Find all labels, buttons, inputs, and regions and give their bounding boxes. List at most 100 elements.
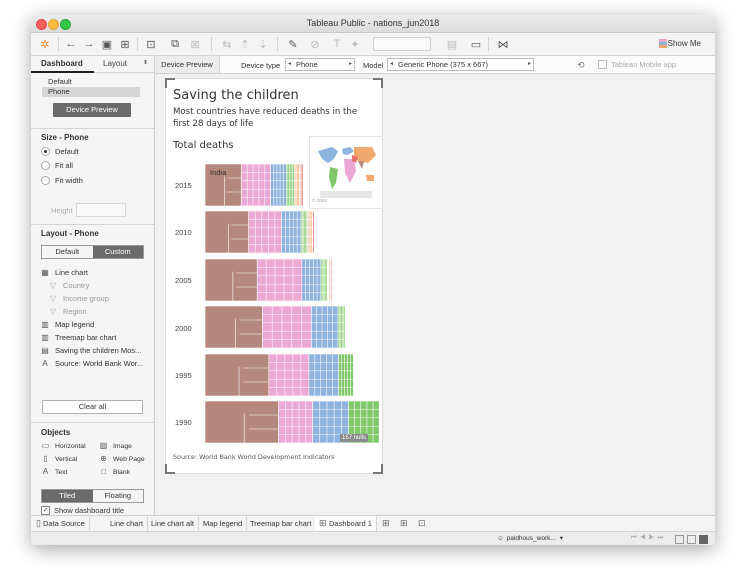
nulls-badge[interactable]: 157 nulls bbox=[340, 434, 369, 442]
tab-treemap-bar-chart[interactable]: Treemap bar chart bbox=[246, 516, 317, 531]
clear-sheet-icon[interactable]: ⊠ bbox=[187, 36, 203, 52]
viz-title: Saving the children bbox=[173, 88, 299, 103]
layout-item-title[interactable]: ▤ Saving the children Mos... bbox=[41, 344, 143, 357]
object-text[interactable]: A Text bbox=[41, 468, 68, 476]
treemap-cell bbox=[205, 401, 279, 444]
duplicate-sheet-icon[interactable]: ⧉ bbox=[167, 36, 183, 52]
swap-icon[interactable]: ⇆ bbox=[219, 36, 235, 52]
treemap-bar-2005[interactable] bbox=[205, 259, 379, 303]
map-region-north-america bbox=[318, 147, 338, 163]
treemap-cell bbox=[248, 211, 282, 254]
presentation-icon[interactable]: ▭ bbox=[468, 36, 484, 52]
tiled-option[interactable]: Tiled bbox=[42, 490, 93, 502]
group-icon[interactable]: ⊘ bbox=[307, 36, 323, 52]
chevron-right-icon: ▸ bbox=[527, 61, 531, 67]
object-blank[interactable]: □ Blank bbox=[99, 468, 130, 476]
filter-icon: ▽ bbox=[49, 293, 57, 303]
model-select[interactable]: ◂ Generic Phone (375 x 667) ▸ bbox=[387, 58, 534, 71]
sort-descending-icon[interactable]: ⇣ bbox=[255, 36, 271, 52]
size-option-fit-width[interactable]: Fit width bbox=[41, 176, 83, 185]
show-me-button[interactable]: Show Me bbox=[668, 39, 701, 48]
legend-icon: ▥ bbox=[41, 319, 49, 329]
total-deaths-label: Total deaths bbox=[173, 140, 234, 151]
size-option-default[interactable]: Default bbox=[41, 147, 79, 156]
tab-layout[interactable]: Layout bbox=[103, 59, 127, 68]
treemap-cell bbox=[256, 259, 303, 302]
layout-item-country[interactable]: ▽ Country bbox=[41, 279, 143, 292]
treemap-cell bbox=[300, 211, 308, 254]
new-worksheet-icon[interactable]: ⊡ bbox=[143, 36, 159, 52]
fit-select[interactable] bbox=[373, 37, 431, 51]
tableau-logo-icon[interactable]: ✲ bbox=[37, 36, 53, 52]
treemap-cell bbox=[278, 401, 313, 444]
highlight-icon[interactable]: ✎ bbox=[285, 36, 301, 52]
object-vertical[interactable]: ▯ Vertical bbox=[41, 455, 77, 463]
layout-item-line-chart[interactable]: ▦ Line chart bbox=[41, 266, 143, 279]
layout-tree: ▦ Line chart ▽ Country ▽ Income group ▽ Regi… bbox=[41, 266, 143, 370]
save-icon[interactable]: ▣ bbox=[99, 36, 115, 52]
layout-item-income-group[interactable]: ▽ Income group bbox=[41, 292, 143, 305]
label-icon[interactable]: T bbox=[329, 36, 345, 52]
height-input[interactable] bbox=[76, 203, 126, 217]
horizontal-icon: ▭ bbox=[41, 441, 50, 450]
treemap-cell bbox=[205, 306, 263, 349]
new-story-icon[interactable]: ⊡ bbox=[418, 518, 426, 529]
object-web-page[interactable]: ⊕ Web Page bbox=[99, 454, 144, 463]
dashboard-sidebar: Dashboard Layout ⬍ Default Phone Device … bbox=[31, 56, 155, 515]
floating-option[interactable]: Floating bbox=[93, 490, 144, 502]
treemap-cell bbox=[205, 259, 258, 302]
treemap-cell bbox=[286, 164, 295, 207]
treemap-bar-2015[interactable]: India bbox=[205, 164, 379, 208]
pin-icon[interactable]: ✦ bbox=[347, 36, 363, 52]
tab-line-chart-alt[interactable]: Line chart alt bbox=[147, 516, 199, 531]
device-type-label: Device type bbox=[241, 61, 281, 70]
device-default[interactable]: Default bbox=[48, 77, 140, 87]
sheet-navigation[interactable]: ⏮◀▶⏭ bbox=[631, 534, 666, 542]
treemap-cell bbox=[205, 211, 249, 254]
tab-map-legend[interactable]: Map legend bbox=[199, 516, 248, 531]
undo-icon[interactable]: ← bbox=[63, 36, 79, 52]
new-dashboard-icon[interactable]: ⊞ bbox=[400, 518, 408, 529]
sort-ascending-icon[interactable]: ⇡ bbox=[237, 36, 253, 52]
image-icon: ▨ bbox=[99, 441, 108, 450]
layout-mode-custom[interactable]: Custom bbox=[92, 246, 143, 258]
chevron-left-icon: ◂ bbox=[390, 61, 394, 67]
rotate-device-icon[interactable]: ⟲ bbox=[577, 60, 585, 71]
objects-heading: Objects bbox=[41, 428, 71, 437]
layout-item-source[interactable]: A Source: World Bank Wor... bbox=[41, 357, 143, 370]
device-type-select[interactable]: ◂ Phone ▸ bbox=[285, 58, 355, 71]
view-toggle[interactable] bbox=[675, 535, 708, 544]
tab-line-chart[interactable]: Line chart bbox=[106, 516, 148, 531]
year-label-2000: 2000 bbox=[175, 324, 192, 333]
clear-all-button[interactable]: Clear all bbox=[42, 400, 143, 414]
layout-item-treemap-bar-chart[interactable]: ▥ Treemap bar chart bbox=[41, 331, 143, 344]
globe-icon: ⊕ bbox=[100, 454, 107, 463]
treemap-bar-2000[interactable] bbox=[205, 306, 379, 350]
object-image[interactable]: ▨ Image bbox=[99, 442, 132, 450]
device-preview-tab[interactable]: Device Preview bbox=[155, 56, 220, 73]
share-icon[interactable]: ⋈ bbox=[495, 36, 511, 52]
layout-item-map-legend[interactable]: ▥ Map legend bbox=[41, 318, 143, 331]
treemap-cell bbox=[262, 306, 312, 349]
tab-menu-icon[interactable]: ⬍ bbox=[143, 59, 148, 66]
year-label-2010: 2010 bbox=[175, 228, 192, 237]
device-phone[interactable]: Phone bbox=[42, 87, 140, 97]
tab-dashboard[interactable]: Dashboard bbox=[41, 59, 83, 68]
tableau-mobile-checkbox[interactable]: Tableau Mobile app bbox=[598, 60, 676, 69]
add-data-source-icon[interactable]: ⊞ bbox=[117, 36, 133, 52]
redo-icon[interactable]: → bbox=[81, 36, 97, 52]
show-title-checkbox[interactable]: ✓ Show dashboard title bbox=[41, 506, 124, 515]
treemap-bar-1995[interactable] bbox=[205, 354, 379, 398]
user-menu[interactable]: ☺ paldhous_work... ▾ bbox=[497, 534, 563, 543]
object-horizontal[interactable]: ▭ Horizontal bbox=[41, 442, 86, 450]
device-preview-button[interactable]: Device Preview bbox=[53, 103, 131, 117]
height-label: Height bbox=[51, 206, 73, 215]
card-icon[interactable]: ▤ bbox=[444, 36, 460, 52]
treemap-bar-2010[interactable] bbox=[205, 211, 379, 255]
size-option-fit-all[interactable]: Fit all bbox=[41, 161, 73, 170]
layout-item-region[interactable]: ▽ Region bbox=[41, 305, 143, 318]
layout-mode-default[interactable]: Default bbox=[42, 246, 93, 258]
new-worksheet-icon[interactable]: ⊞ bbox=[382, 518, 390, 529]
legend-icon: ▥ bbox=[41, 332, 49, 342]
dashboard-icon: ⊞ bbox=[319, 518, 327, 528]
